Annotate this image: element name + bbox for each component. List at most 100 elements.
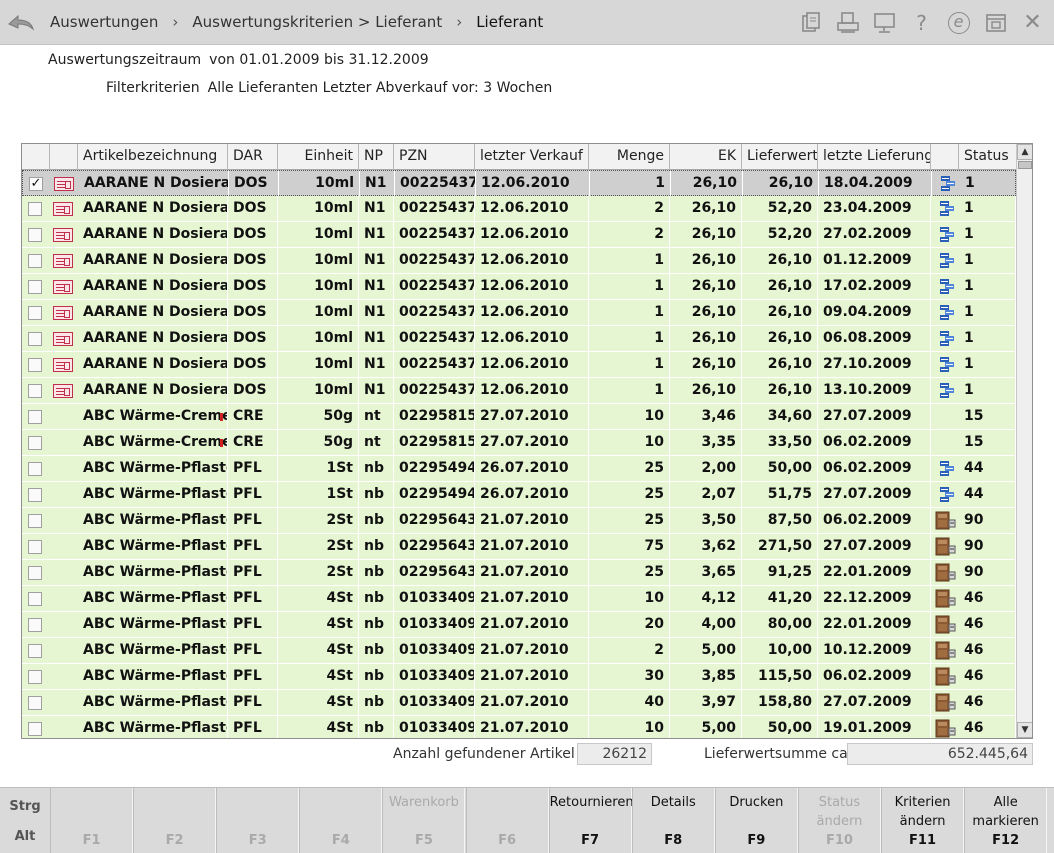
header-checkbox[interactable] xyxy=(22,144,50,170)
fkey-f10-button[interactable]: Status ändern F10 xyxy=(797,788,881,853)
fkey-key: F5 xyxy=(414,833,433,848)
table-row[interactable]: ABC Wärme-Pflaster PFL 2St nb 02295643 21.07.… xyxy=(22,534,1016,560)
row-checkbox[interactable] xyxy=(28,696,42,710)
table-row[interactable]: AARANE N Dosierae DOS 10ml N1 00225437 12.06.… xyxy=(22,274,1016,300)
header-lieferwert[interactable]: Lieferwert xyxy=(742,144,818,170)
header-menge[interactable]: Menge xyxy=(589,144,670,170)
delivery-box-icon xyxy=(935,562,957,583)
clipboard-icon[interactable] xyxy=(797,9,824,36)
row-checkbox[interactable] xyxy=(28,202,42,216)
row-checkbox[interactable] xyxy=(28,514,42,528)
fkey-f3-button[interactable]: F3 xyxy=(216,788,300,853)
scroll-up-icon[interactable]: ▲ xyxy=(1017,144,1032,160)
window-icon[interactable] xyxy=(982,9,1009,36)
table-row[interactable]: ABC Wärme-Pflaster PFL 4St nb 01033409 21.07.… xyxy=(22,612,1016,638)
fkey-f7-button[interactable]: Retournieren F7 xyxy=(548,788,634,853)
cell-status: 46 xyxy=(959,664,1016,690)
table-row[interactable]: ABC Wärme-Pflaster PFL 4St nb 01033409 21.07.… xyxy=(22,690,1016,716)
table-row[interactable]: AARANE N Dosierae DOS 10ml N1 00225437 12.06.… xyxy=(22,326,1016,352)
fkey-f2-button[interactable]: F2 xyxy=(133,788,217,853)
row-checkbox[interactable] xyxy=(28,384,42,398)
header-artikelbezeichnung[interactable]: Artikelbezeichnung xyxy=(78,144,228,170)
row-checkbox[interactable] xyxy=(28,722,42,736)
cell-einheit: 10ml xyxy=(278,222,359,248)
table-row[interactable]: ABC Wärme-Pflaster PFL 4St nb 01033409 21.07.… xyxy=(22,586,1016,612)
header-pzn[interactable]: PZN xyxy=(394,144,475,170)
header-letzter-verkauf[interactable]: letzter Verkauf xyxy=(475,144,589,170)
row-checkbox[interactable] xyxy=(28,228,42,242)
order-status-icon xyxy=(939,382,955,399)
row-checkbox[interactable] xyxy=(28,436,42,450)
header-status-icon[interactable] xyxy=(931,144,959,170)
cell-menge: 1 xyxy=(589,352,670,378)
table-row[interactable]: ABC Wärme-Pflaster PFL 2St nb 02295643 21.07.… xyxy=(22,560,1016,586)
monitor-icon[interactable] xyxy=(871,9,898,36)
table-row[interactable]: AARANE N Dosierae DOS 10ml N1 00225437 12.06.… xyxy=(22,378,1016,404)
row-checkbox[interactable] xyxy=(28,540,42,554)
table-row[interactable]: AARANE N Dosierae DOS 10ml N1 00225437 12.06.… xyxy=(22,222,1016,248)
table-row[interactable]: ABC Wärme-Pflaster PFL 1St nb 02295494 26.07.… xyxy=(22,482,1016,508)
table-row[interactable]: ABC Wärme-Creme CRE 50g nt 02295815 27.07.201… xyxy=(22,404,1016,430)
close-icon[interactable]: ✕ xyxy=(1019,9,1046,36)
header-dar[interactable]: DAR xyxy=(228,144,278,170)
header-status[interactable]: Status xyxy=(959,144,1016,170)
cell-letzter-verkauf: 12.06.2010 xyxy=(475,378,589,404)
table-row[interactable]: ✓ AARANE N Dosierae DOS 10ml N1 00225437 12.06… xyxy=(22,170,1017,197)
header-einheit[interactable]: Einheit xyxy=(278,144,359,170)
row-checkbox[interactable] xyxy=(28,592,42,606)
table-row[interactable]: AARANE N Dosierae DOS 10ml N1 00225437 12.06.… xyxy=(22,196,1016,222)
table-row[interactable]: AARANE N Dosierae DOS 10ml N1 00225437 12.06.… xyxy=(22,300,1016,326)
row-checkbox[interactable] xyxy=(28,618,42,632)
back-arrow-icon[interactable] xyxy=(6,8,36,36)
help-icon[interactable]: ? xyxy=(908,9,935,36)
table-row[interactable]: ABC Wärme-Creme CRE 50g nt 02295815 27.07.201… xyxy=(22,430,1016,456)
fkey-f5-button[interactable]: Warenkorb F5 xyxy=(382,788,466,853)
row-checkbox[interactable] xyxy=(28,488,42,502)
row-checkbox[interactable]: ✓ xyxy=(29,177,43,191)
cell-letzter-verkauf: 21.07.2010 xyxy=(475,690,589,716)
header-ek[interactable]: EK xyxy=(670,144,742,170)
header-letzte-lieferung[interactable]: letzte Lieferung xyxy=(818,144,931,170)
table-row[interactable]: ABC Wärme-Pflaster PFL 4St nb 01033409 21.07.… xyxy=(22,638,1016,664)
scroll-thumb[interactable] xyxy=(1018,161,1032,169)
row-checkbox[interactable] xyxy=(28,306,42,320)
e-icon[interactable]: e xyxy=(945,9,972,36)
row-checkbox[interactable] xyxy=(28,254,42,268)
fkey-f1-button[interactable]: F1 xyxy=(50,788,134,853)
row-checkbox[interactable] xyxy=(28,462,42,476)
cell-letzter-verkauf: 12.06.2010 xyxy=(475,222,589,248)
table-row[interactable]: AARANE N Dosierae DOS 10ml N1 00225437 12.06.… xyxy=(22,352,1016,378)
table-row[interactable]: AARANE N Dosierae DOS 10ml N1 00225437 12.06.… xyxy=(22,248,1016,274)
cell-np: nb xyxy=(359,482,394,508)
breadcrumb-auswertungskriterien[interactable]: Auswertungskriterien > Lieferant xyxy=(192,13,442,31)
fkey-f6-button[interactable]: F6 xyxy=(465,788,549,853)
fkey-f12-button[interactable]: Alle markieren F12 xyxy=(964,788,1048,853)
fkey-f11-button[interactable]: Kriterien ändern F11 xyxy=(881,788,965,853)
row-checkbox[interactable] xyxy=(28,332,42,346)
cell-letzte-lieferung: 27.02.2009 xyxy=(818,222,931,248)
scroll-down-icon[interactable]: ▼ xyxy=(1017,722,1032,738)
row-checkbox[interactable] xyxy=(28,358,42,372)
cell-status: 15 xyxy=(959,404,1016,430)
table-row[interactable]: ABC Wärme-Pflaster PFL 4St nb 01033409 21.07.… xyxy=(22,716,1016,738)
header-np[interactable]: NP xyxy=(359,144,394,170)
row-checkbox[interactable] xyxy=(28,280,42,294)
table-row[interactable]: ABC Wärme-Pflaster PFL 4St nb 01033409 21.07.… xyxy=(22,664,1016,690)
fkey-f4-button[interactable]: F4 xyxy=(299,788,383,853)
article-card-icon xyxy=(53,358,73,372)
row-checkbox[interactable] xyxy=(28,410,42,424)
row-checkbox[interactable] xyxy=(28,644,42,658)
table-row[interactable]: ABC Wärme-Pflaster PFL 2St nb 02295643 21.07.… xyxy=(22,508,1016,534)
fkey-key: F1 xyxy=(82,833,101,848)
row-checkbox[interactable] xyxy=(28,566,42,580)
table-row[interactable]: ABC Wärme-Pflaster PFL 1St nb 02295494 26.07.… xyxy=(22,456,1016,482)
breadcrumb-auswertungen[interactable]: Auswertungen xyxy=(50,13,158,31)
fkey-f9-button[interactable]: Drucken F9 xyxy=(714,788,798,853)
header-icon[interactable] xyxy=(50,144,78,170)
modifier-keys[interactable]: Strg Alt xyxy=(0,788,50,853)
row-checkbox[interactable] xyxy=(28,670,42,684)
print-icon[interactable] xyxy=(834,9,861,36)
cell-pzn: 02295815 xyxy=(394,404,475,430)
vertical-scrollbar[interactable]: ▲ ▼ xyxy=(1016,144,1032,738)
fkey-f8-button[interactable]: Details F8 xyxy=(631,788,715,853)
